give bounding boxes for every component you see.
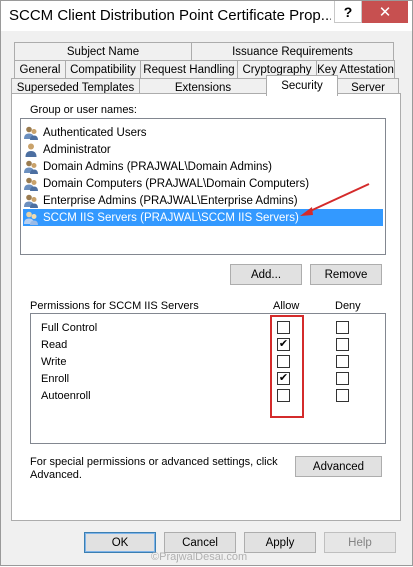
permission-row: Full Control	[31, 320, 385, 337]
permission-name: Enroll	[41, 373, 70, 385]
help-button: Help	[324, 532, 396, 553]
permission-name: Write	[41, 356, 67, 368]
checkmark-icon: ✔	[278, 338, 289, 350]
special-permissions-text-2: Advanced.	[30, 469, 82, 481]
apply-button[interactable]: Apply	[244, 532, 316, 553]
checkmark-icon: ✔	[278, 372, 289, 384]
deny-checkbox[interactable]	[336, 321, 349, 334]
user-name: Domain Admins (PRAJWAL\Domain Admins)	[43, 160, 273, 173]
cancel-button[interactable]: Cancel	[164, 532, 236, 553]
permission-name: Autoenroll	[41, 390, 91, 402]
list-item[interactable]: Administrator	[23, 141, 115, 158]
list-item[interactable]: Enterprise Admins (PRAJWAL\Enterprise Ad…	[23, 192, 302, 209]
permission-row: Autoenroll	[31, 388, 385, 405]
tab-subject-name[interactable]: Subject Name	[14, 42, 192, 60]
permissions-list: Full Control Read ✔ Write Enroll ✔ Autoe…	[30, 313, 386, 444]
user-name: Authenticated Users	[43, 126, 147, 139]
allow-checkbox[interactable]: ✔	[277, 372, 290, 385]
tab-request-handling[interactable]: Request Handling	[140, 60, 238, 78]
user-listbox[interactable]: Authenticated Users Administrator Domain…	[20, 118, 386, 255]
watermark: ©PrajwalDesai.com	[151, 551, 248, 563]
help-title-button[interactable]: ?	[334, 1, 362, 23]
permission-name: Read	[41, 339, 68, 351]
allow-column-header: Allow	[273, 300, 300, 312]
allow-checkbox[interactable]: ✔	[277, 338, 290, 351]
user-name: Enterprise Admins (PRAJWAL\Enterprise Ad…	[43, 194, 298, 207]
users-group-icon	[24, 126, 38, 140]
remove-button[interactable]: Remove	[310, 264, 382, 285]
list-item[interactable]: Domain Admins (PRAJWAL\Domain Admins)	[23, 158, 276, 175]
permission-name: Full Control	[41, 322, 98, 334]
users-group-icon	[24, 160, 38, 174]
deny-checkbox[interactable]	[336, 372, 349, 385]
users-group-icon	[24, 177, 38, 191]
permissions-label: Permissions for SCCM IIS Servers	[30, 300, 199, 312]
properties-dialog: SCCM Client Distribution Point Certifica…	[0, 0, 413, 566]
advanced-button[interactable]: Advanced	[295, 456, 382, 477]
deny-column-header: Deny	[335, 300, 361, 312]
group-label: Group or user names:	[30, 104, 137, 116]
permission-row: Read ✔	[31, 337, 385, 354]
ok-button[interactable]: OK	[84, 532, 156, 553]
list-item[interactable]: Authenticated Users	[23, 124, 151, 141]
user-name: SCCM IIS Servers (PRAJWAL\SCCM IIS Serve…	[43, 211, 299, 224]
permission-row: Write	[31, 354, 385, 371]
list-item-selected[interactable]: SCCM IIS Servers (PRAJWAL\SCCM IIS Serve…	[23, 209, 383, 226]
window-title: SCCM Client Distribution Point Certifica…	[9, 7, 331, 24]
user-name: Domain Computers (PRAJWAL\Domain Compute…	[43, 177, 310, 190]
allow-checkbox[interactable]	[277, 355, 290, 368]
allow-checkbox[interactable]	[277, 321, 290, 334]
deny-checkbox[interactable]	[336, 338, 349, 351]
tab-general[interactable]: General	[14, 60, 66, 78]
special-permissions-text: For special permissions or advanced sett…	[30, 456, 278, 468]
users-group-icon	[24, 211, 38, 225]
close-button[interactable]: ✕	[362, 1, 408, 23]
permission-row: Enroll ✔	[31, 371, 385, 388]
user-name: Administrator	[43, 143, 111, 156]
tab-issuance-requirements[interactable]: Issuance Requirements	[191, 42, 394, 60]
tab-row-1: Subject Name Issuance Requirements	[14, 42, 394, 60]
add-button[interactable]: Add...	[230, 264, 302, 285]
tab-compatibility[interactable]: Compatibility	[65, 60, 141, 78]
deny-checkbox[interactable]	[336, 389, 349, 402]
list-item[interactable]: Domain Computers (PRAJWAL\Domain Compute…	[23, 175, 313, 192]
users-group-icon	[24, 194, 38, 208]
deny-checkbox[interactable]	[336, 355, 349, 368]
tab-security[interactable]: Security	[266, 75, 338, 96]
title-bar: SCCM Client Distribution Point Certifica…	[1, 1, 412, 31]
allow-checkbox[interactable]	[277, 389, 290, 402]
user-icon	[25, 143, 37, 157]
